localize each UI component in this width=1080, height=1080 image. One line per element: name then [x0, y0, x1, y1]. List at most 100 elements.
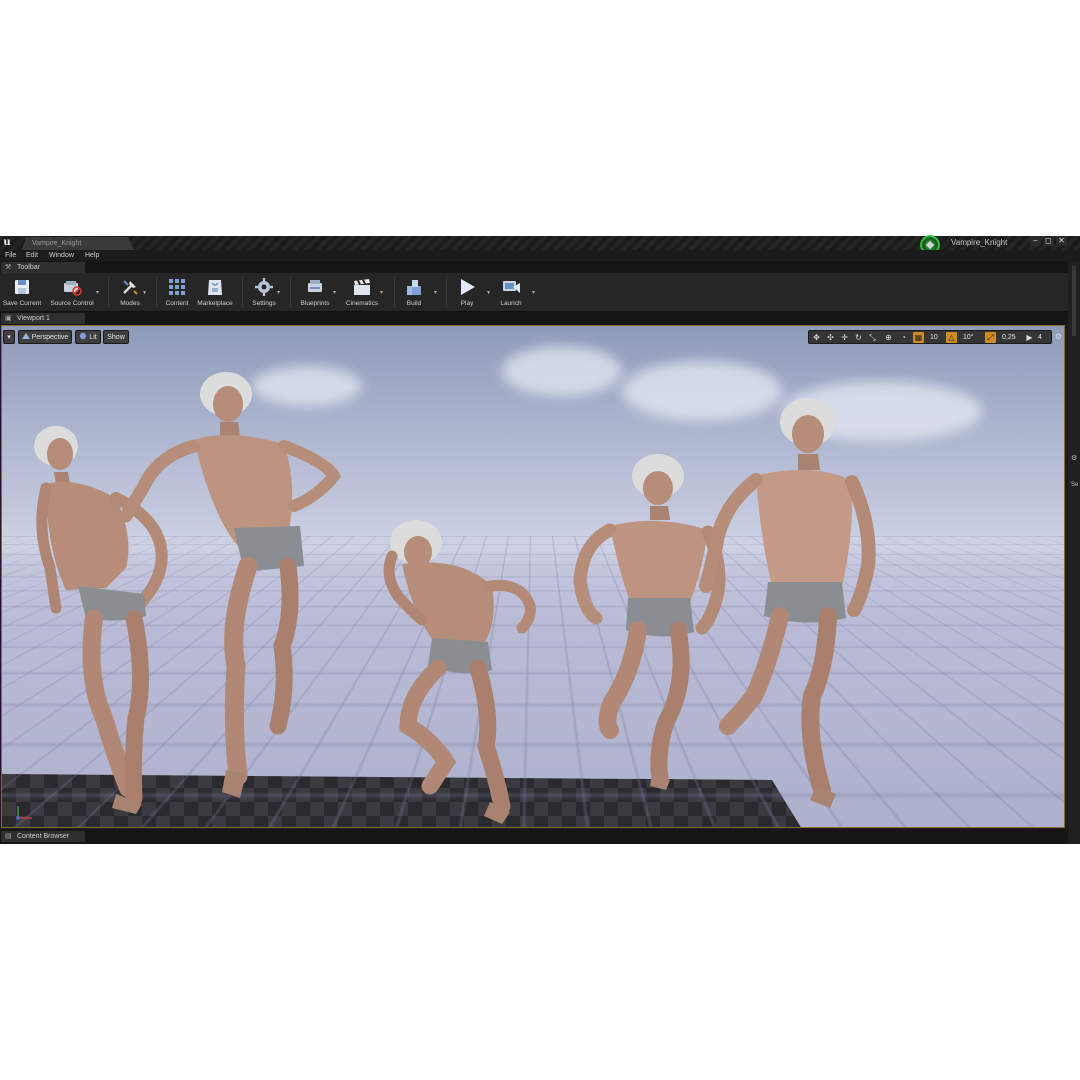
- lit-icon: [79, 332, 87, 340]
- content-button[interactable]: Content: [164, 275, 190, 309]
- marketplace-label: Marketplace: [188, 300, 242, 308]
- details-panel-collapsed: ⚙ Se: [1068, 261, 1080, 844]
- play-button[interactable]: Play: [454, 275, 480, 309]
- launch-dropdown-icon[interactable]: ▾: [532, 290, 538, 296]
- toolbar-tab-icon: ⚒: [5, 264, 12, 271]
- tab-content-browser[interactable]: ▤ Content Browser: [1, 831, 85, 842]
- marketplace-button[interactable]: Marketplace: [198, 275, 232, 309]
- content-browser-tab-row: ▤ Content Browser: [0, 830, 1080, 844]
- title-bar: u Vampire_Knight Vampire_Knight – ◻ ✕: [0, 236, 1080, 250]
- save-current-button[interactable]: Save Current: [4, 275, 40, 309]
- menu-file[interactable]: File: [5, 250, 16, 261]
- camera-speed-value[interactable]: 4: [1038, 332, 1042, 343]
- menu-bar: File Edit Window Help: [0, 250, 1080, 261]
- toolbar-tab-row: ⚒ Toolbar: [0, 261, 1080, 273]
- document-tab[interactable]: Vampire_Knight: [22, 237, 134, 250]
- rotation-snap-icon: △: [947, 333, 956, 342]
- settings-button[interactable]: Settings: [250, 275, 278, 309]
- cinematics-icon: [352, 277, 372, 297]
- viewport-options-button[interactable]: ▾: [3, 330, 15, 344]
- details-panel-label: Se: [1071, 482, 1078, 488]
- modes-button[interactable]: Modes: [116, 275, 144, 309]
- modes-icon: [120, 277, 140, 297]
- menu-help[interactable]: Help: [85, 250, 99, 261]
- world-space-icon[interactable]: ⊕: [884, 333, 893, 342]
- minimize-button[interactable]: –: [1030, 236, 1041, 246]
- perspective-button[interactable]: Perspective: [18, 330, 72, 344]
- unreal-editor-window: u Vampire_Knight Vampire_Knight – ◻ ✕ Fi…: [0, 236, 1080, 844]
- character-figure[interactable]: [702, 396, 892, 816]
- scale-icon[interactable]: ⤡: [868, 333, 877, 342]
- surface-snap-icon[interactable]: ◔: [899, 333, 908, 342]
- maximize-button[interactable]: ◻: [1043, 236, 1054, 246]
- grid-snap-value[interactable]: 10: [930, 332, 938, 343]
- lit-label: Lit: [89, 334, 96, 341]
- launch-icon: [501, 277, 521, 297]
- lit-button[interactable]: Lit: [75, 330, 101, 344]
- marketplace-icon: [205, 277, 225, 297]
- build-label: Build: [392, 300, 436, 308]
- settings-label: Settings: [240, 300, 288, 308]
- build-button[interactable]: Build: [402, 275, 426, 309]
- maximize-viewport-icon[interactable]: ⚙: [1054, 332, 1063, 341]
- show-button[interactable]: Show: [103, 330, 129, 344]
- tab-viewport-1-label: Viewport 1: [17, 315, 50, 322]
- blueprints-dropdown-icon[interactable]: ▾: [333, 290, 339, 296]
- move-icon[interactable]: ✛: [840, 333, 849, 342]
- launch-label: Launch: [488, 300, 534, 308]
- modes-label: Modes: [106, 300, 154, 308]
- cinematics-button[interactable]: Cinematics: [346, 275, 378, 309]
- rotate-icon[interactable]: ↻: [854, 333, 863, 342]
- source-control-icon: [62, 277, 82, 297]
- source-control-dropdown-icon[interactable]: ▾: [96, 290, 102, 296]
- content-browser-tab-icon: ▤: [5, 833, 12, 840]
- panel-scrollbar[interactable]: [1072, 266, 1076, 336]
- viewport-tab-icon: ▣: [5, 315, 12, 322]
- viewport-options-dropdown-icon: ▾: [7, 334, 11, 341]
- cinematics-label: Cinematics: [336, 300, 388, 308]
- content-icon: [167, 277, 187, 297]
- close-button[interactable]: ✕: [1056, 236, 1067, 246]
- axis-gizmo-icon: [10, 796, 40, 826]
- play-label: Play: [444, 300, 490, 308]
- build-icon: [404, 277, 424, 297]
- perspective-label: Perspective: [32, 334, 69, 341]
- tab-toolbar[interactable]: ⚒ Toolbar: [1, 262, 85, 273]
- blueprints-label: Blueprints: [290, 300, 340, 308]
- transform-snap-toolbar: ✥ ✣ ✛ ↻ ⤡ ⊕ ◔ ▦ 10 △ 10° ⤢ 0,25 ▶ 4: [808, 330, 1052, 344]
- launch-button[interactable]: Launch: [498, 275, 524, 309]
- tab-content-browser-label: Content Browser: [17, 833, 69, 840]
- source-control-button[interactable]: Source Control: [50, 275, 94, 309]
- cinematics-dropdown-icon[interactable]: ▾: [380, 290, 386, 296]
- settings-icon: [254, 277, 274, 297]
- menu-edit[interactable]: Edit: [26, 250, 38, 261]
- select-mode-icon[interactable]: ✥: [812, 333, 821, 342]
- tab-toolbar-label: Toolbar: [17, 264, 40, 271]
- play-dropdown-icon[interactable]: ▾: [487, 290, 493, 296]
- build-dropdown-icon[interactable]: ▾: [434, 290, 440, 296]
- tab-viewport-1[interactable]: ▣ Viewport 1: [1, 313, 85, 324]
- level-viewport[interactable]: ▾ Perspective Lit Show ✥ ✣ ✛ ↻ ⤡ ⊕ ◔ ▦ 1…: [1, 325, 1065, 828]
- main-toolbar: Save Current Source Control ▾ Modes ▾ Co…: [0, 273, 1068, 312]
- show-label: Show: [107, 334, 125, 341]
- save-icon: [12, 277, 32, 297]
- source-control-label: Source Control: [40, 300, 104, 308]
- menu-window[interactable]: Window: [49, 250, 74, 261]
- perspective-icon: [22, 332, 30, 340]
- settings-dropdown-icon[interactable]: ▾: [277, 290, 283, 296]
- grid-snap-icon: ▦: [914, 333, 923, 342]
- play-icon: [457, 277, 477, 297]
- project-name: Vampire_Knight: [951, 238, 1007, 248]
- translate-icon[interactable]: ✣: [826, 333, 835, 342]
- rotation-snap-value[interactable]: 10°: [963, 332, 974, 343]
- blueprints-button[interactable]: Blueprints: [300, 275, 330, 309]
- scale-snap-icon: ⤢: [986, 333, 995, 342]
- details-settings-icon[interactable]: ⚙: [1071, 455, 1078, 462]
- character-figure[interactable]: [372, 516, 552, 828]
- scale-snap-value[interactable]: 0,25: [1002, 332, 1016, 343]
- modes-dropdown-icon[interactable]: ▾: [143, 290, 149, 296]
- unreal-logo-icon: u: [1, 237, 13, 249]
- camera-speed-icon: ▶: [1025, 333, 1034, 342]
- character-figure[interactable]: [108, 366, 358, 806]
- viewport-tab-row: ▣ Viewport 1: [0, 312, 1068, 325]
